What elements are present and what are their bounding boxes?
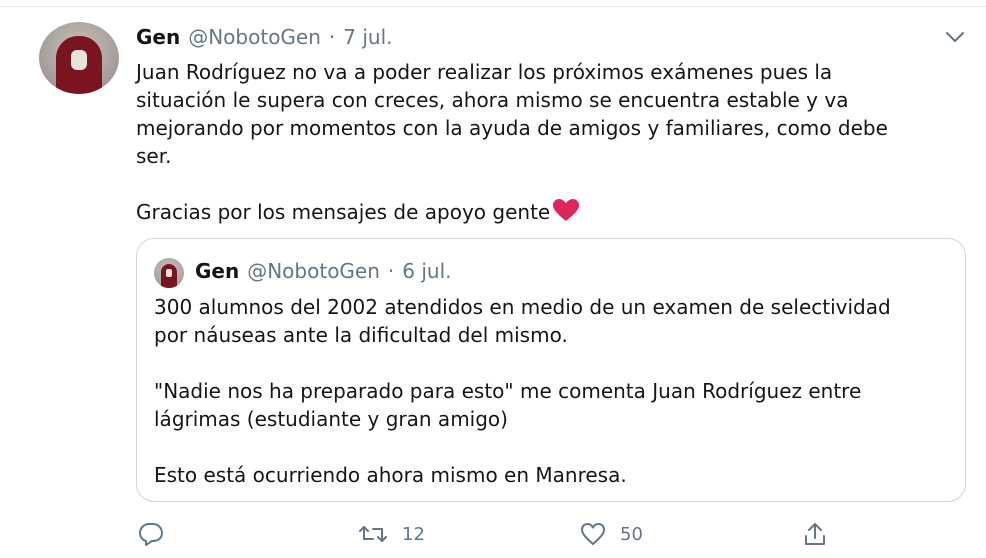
like-icon [581, 523, 605, 545]
tweet-text-line: Juan Rodríguez no va a poder realizar lo… [136, 60, 833, 84]
retweet-button[interactable]: 12 [358, 518, 425, 550]
header-separator: · [387, 259, 395, 283]
tweet-text-line: mejorando por momentos con la ayuda de a… [136, 116, 888, 140]
tweet-closing-text: Gracias por los mensajes de apoyo gente [136, 200, 551, 224]
like-count: 50 [620, 523, 643, 545]
chevron-down-icon[interactable] [944, 28, 966, 46]
quoted-tweet[interactable]: Gen @NobotoGen · 6 jul. 300 alumnos del … [136, 238, 966, 502]
quoted-tweet-header: Gen @NobotoGen · 6 jul. [195, 257, 452, 285]
retweet-icon [359, 526, 387, 542]
quoted-tweet-date: 6 jul. [402, 259, 452, 283]
tweet-text-line: ser. [136, 144, 172, 168]
tweet-text-line: situación le supera con creces, ahora mi… [136, 88, 849, 112]
avatar-face [166, 269, 172, 277]
author-name[interactable]: Gen [136, 25, 180, 49]
tweet-header: Gen @NobotoGen · 7 jul. [136, 24, 393, 50]
author-avatar[interactable] [39, 22, 119, 94]
tweet-actions: 12 50 [136, 518, 966, 550]
quoted-text-line: Esto está ocurriendo ahora mismo en Manr… [154, 463, 627, 487]
tweet-closing-line: Gracias por los mensajes de apoyo gente [136, 198, 966, 226]
like-button[interactable]: 50 [580, 518, 643, 550]
quoted-tweet-text: 300 alumnos del 2002 atendidos en medio … [154, 293, 954, 489]
avatar-face [71, 50, 87, 70]
quoted-text-line: lágrimas (estudiante y gran amigo) [154, 407, 508, 431]
header-separator: · [328, 25, 336, 49]
quoted-text-line: 300 alumnos del 2002 atendidos en medio … [154, 295, 891, 319]
reply-button[interactable] [138, 518, 178, 550]
tweet-date[interactable]: 7 jul. [343, 25, 392, 49]
top-divider [0, 6, 986, 7]
quoted-author-avatar [154, 258, 184, 288]
reply-icon [139, 523, 163, 546]
author-handle[interactable]: @NobotoGen [188, 25, 321, 49]
quoted-text-line: por náuseas ante la dificultad del mismo… [154, 323, 568, 347]
quoted-author-handle: @NobotoGen [247, 259, 380, 283]
tweet-text: Juan Rodríguez no va a poder realizar lo… [136, 58, 966, 226]
heart-emoji-icon [552, 198, 580, 222]
retweet-count: 12 [402, 523, 425, 545]
share-button[interactable] [802, 518, 828, 550]
share-icon [805, 523, 825, 545]
quoted-author-name: Gen [195, 259, 240, 283]
quoted-text-line: "Nadie nos ha preparado para esto" me co… [154, 379, 862, 403]
